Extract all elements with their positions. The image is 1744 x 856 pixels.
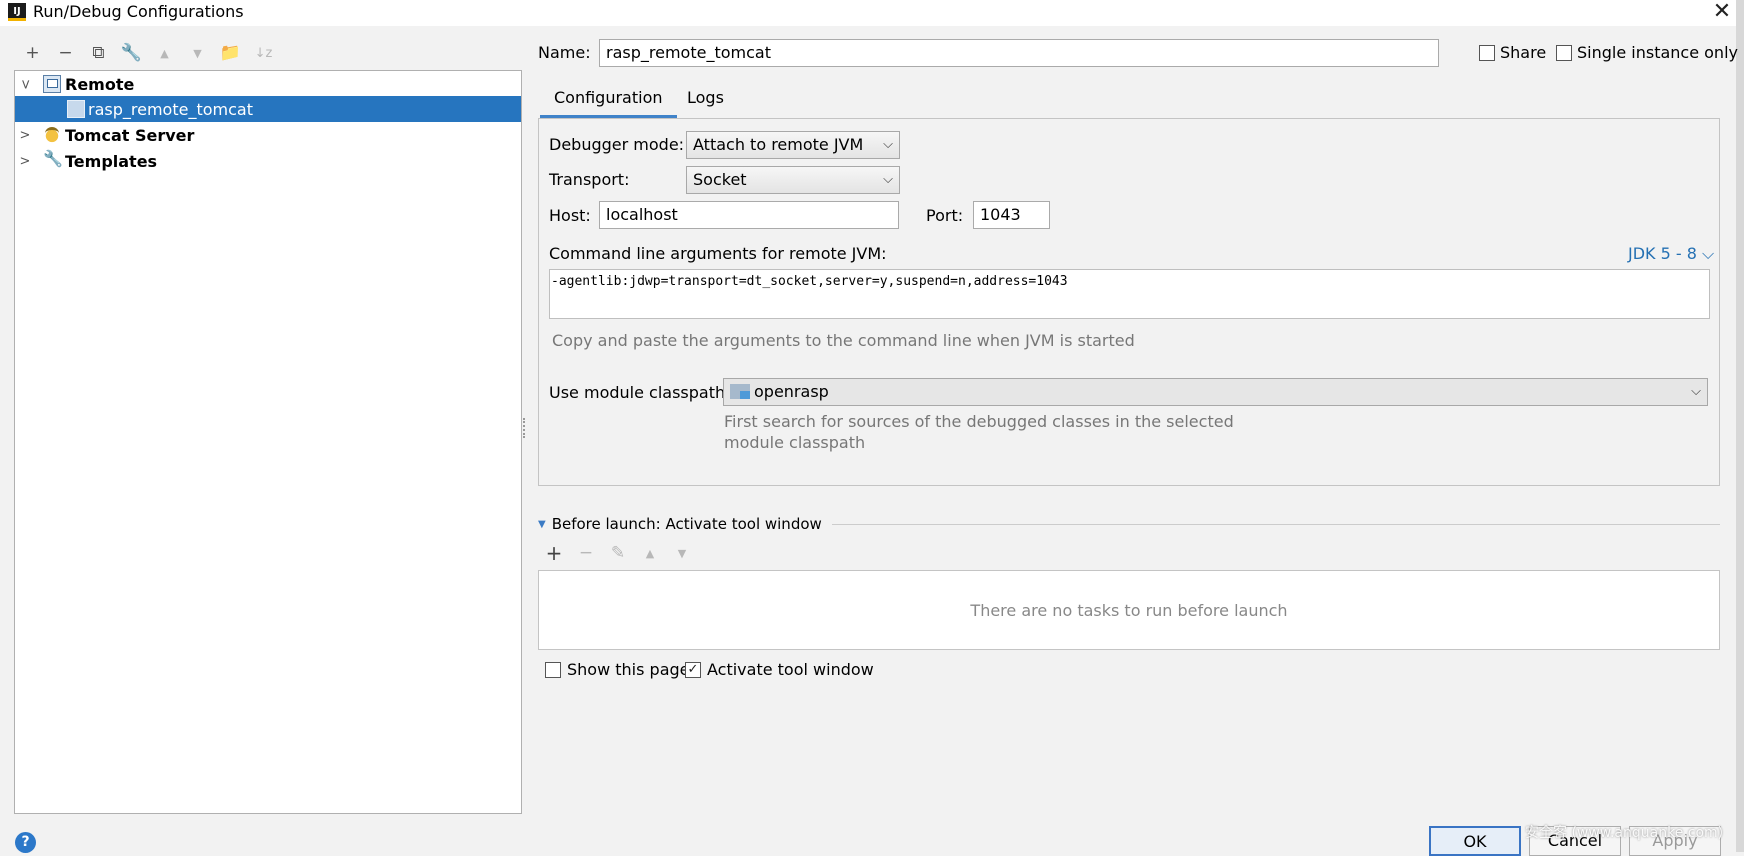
port-label: Port: [926, 206, 964, 225]
show-page-label: Show this page [567, 660, 690, 679]
name-input[interactable]: rasp_remote_tomcat [599, 39, 1439, 67]
transport-value: Socket [693, 170, 747, 189]
wrench-icon: 🔧 [43, 149, 63, 168]
single-instance-checkbox[interactable] [1556, 45, 1572, 61]
share-label: Share [1500, 43, 1547, 62]
host-label: Host: [549, 206, 591, 225]
chevron-right-icon[interactable]: > [17, 128, 33, 143]
move-up-icon[interactable]: ▲ [634, 540, 666, 566]
cmdline-args-field[interactable]: -agentlib:jdwp=transport=dt_socket,serve… [549, 269, 1710, 319]
before-launch-task-list: There are no tasks to run before launch [538, 570, 1720, 650]
tree-item-label: Tomcat Server [65, 125, 195, 145]
before-launch-toolbar: + − ✎ ▲ ▼ [538, 540, 698, 566]
chevron-down-icon: ⌵ [1691, 384, 1701, 399]
tree-item-templates[interactable]: > 🔧 Templates [15, 148, 521, 174]
jdk-version-text: JDK 5 - 8 [1628, 244, 1697, 263]
remove-task-icon[interactable]: − [570, 540, 602, 566]
tree-item-rasp-remote-tomcat[interactable]: rasp_remote_tomcat [15, 96, 521, 122]
collapse-triangle-icon[interactable]: ▼ [538, 519, 546, 530]
share-checkbox[interactable] [1479, 45, 1495, 61]
single-instance-label: Single instance only [1577, 43, 1738, 62]
activate-tool-window-label: Activate tool window [707, 660, 874, 679]
config-tree: > Remote rasp_remote_tomcat > Tomcat Ser… [14, 70, 522, 814]
cmdline-label: Command line arguments for remote JVM: [549, 244, 887, 263]
name-label: Name: [538, 43, 591, 62]
tab-logs[interactable]: Logs [673, 80, 738, 118]
module-folder-icon [730, 384, 750, 399]
wrench-icon[interactable]: 🔧 [115, 40, 148, 66]
config-toolbar: + − ⧉ 🔧 ▲ ▼ 📁 ↓z [16, 40, 280, 66]
tree-item-remote[interactable]: > Remote [15, 71, 521, 97]
app-logo-icon: IJ [8, 3, 26, 21]
debugger-mode-select[interactable]: Attach to remote JVM ⌵ [686, 131, 900, 159]
tree-item-label: Templates [65, 151, 158, 171]
watermark: 安全客 (www.anquanke.com) [1525, 825, 1724, 841]
module-hint-line-2: module classpath [724, 433, 866, 452]
window-title: Run/Debug Configurations [33, 2, 244, 21]
panel-splitter[interactable] [523, 418, 527, 438]
edit-task-icon[interactable]: ✎ [602, 540, 634, 566]
copy-icon[interactable]: ⧉ [82, 40, 115, 66]
transport-select[interactable]: Socket ⌵ [686, 166, 900, 194]
tree-item-label: rasp_remote_tomcat [88, 99, 253, 119]
remote-debug-icon [67, 100, 85, 118]
activate-tool-window-checkbox[interactable]: ✓ [685, 662, 701, 678]
sort-icon[interactable]: ↓z [247, 40, 280, 66]
before-launch-title: Before launch: Activate tool window [551, 515, 822, 533]
port-input[interactable]: 1043 [973, 201, 1050, 229]
chevron-right-icon[interactable]: > [17, 154, 33, 169]
show-page-checkbox[interactable] [545, 662, 561, 678]
remote-debug-icon [43, 75, 61, 93]
chevron-down-icon: ⌵ [883, 172, 893, 187]
debugger-mode-value: Attach to remote JVM [693, 135, 864, 154]
tomcat-icon [43, 126, 61, 144]
remove-icon[interactable]: − [49, 40, 82, 66]
module-hint-line-1: First search for sources of the debugged… [724, 412, 1234, 431]
move-up-icon[interactable]: ▲ [148, 40, 181, 66]
title-bar: IJ Run/Debug Configurations ✕ [0, 0, 1744, 26]
tree-item-label: Remote [65, 74, 135, 94]
empty-tasks-message: There are no tasks to run before launch [970, 601, 1288, 620]
module-classpath-value: openrasp [754, 382, 829, 401]
section-divider [831, 523, 1720, 525]
debugger-mode-label: Debugger mode: [549, 135, 685, 154]
tab-configuration[interactable]: Configuration [540, 80, 677, 118]
move-down-icon[interactable]: ▼ [666, 540, 698, 566]
module-classpath-label: Use module classpath: [549, 383, 731, 402]
before-launch-header[interactable]: ▼ Before launch: Activate tool window [538, 514, 1720, 534]
add-icon[interactable]: + [16, 40, 49, 66]
jdk-version-link[interactable]: JDK 5 - 8 ⌵ [1628, 244, 1714, 264]
chevron-down-icon[interactable]: > [18, 76, 33, 92]
chevron-down-icon: ⌵ [883, 137, 893, 152]
cmdline-hint: Copy and paste the arguments to the comm… [552, 331, 1135, 350]
transport-label: Transport: [549, 170, 630, 189]
move-down-icon[interactable]: ▼ [181, 40, 214, 66]
add-task-icon[interactable]: + [538, 540, 570, 566]
tree-item-tomcat-server[interactable]: > Tomcat Server [15, 122, 521, 148]
window-edge [1736, 0, 1744, 852]
folder-add-icon[interactable]: 📁 [214, 40, 247, 66]
module-classpath-select[interactable]: openrasp ⌵ [723, 378, 1708, 406]
host-input[interactable]: localhost [599, 201, 899, 229]
help-icon[interactable]: ? [15, 832, 36, 853]
